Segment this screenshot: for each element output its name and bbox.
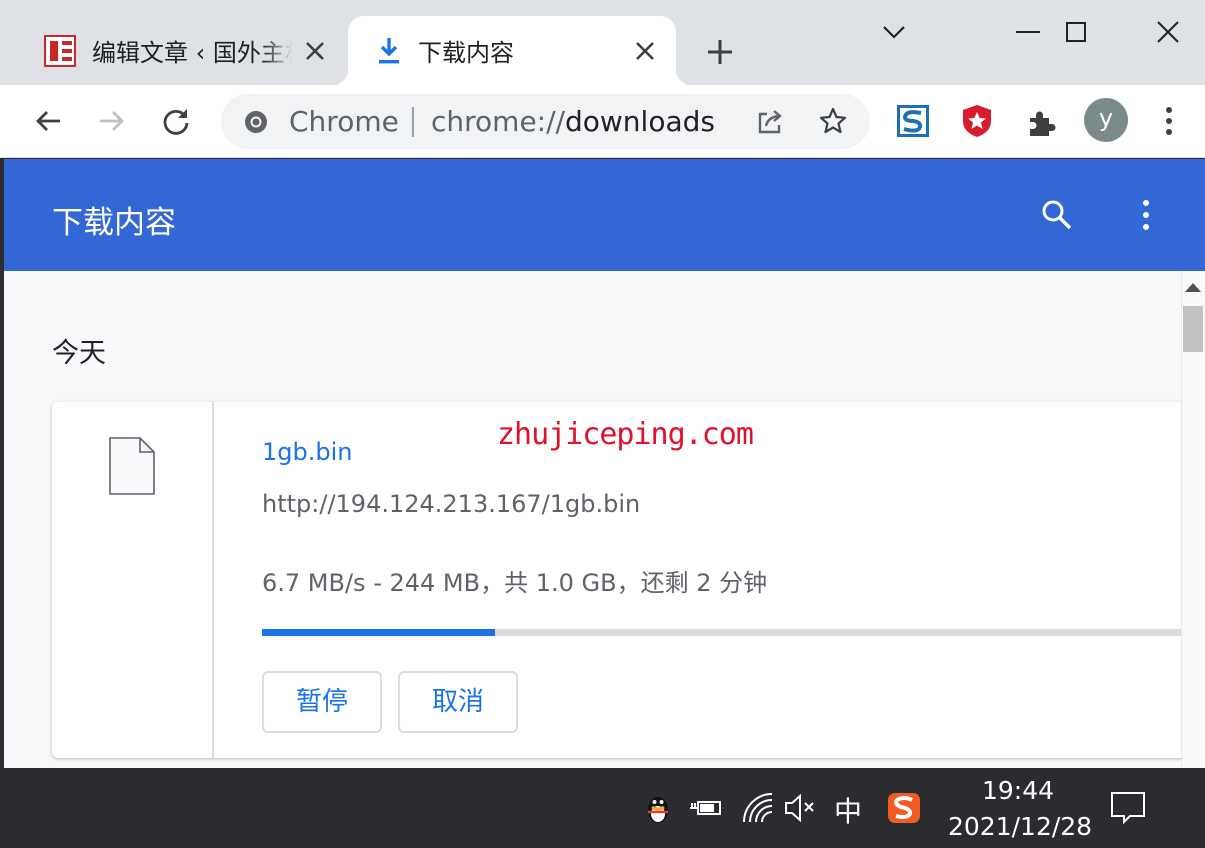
date-heading: 今天	[52, 338, 106, 369]
back-icon[interactable]	[32, 105, 64, 137]
chrome-icon	[245, 111, 267, 133]
download-progress-bar	[262, 629, 1192, 636]
wifi-icon[interactable]	[740, 790, 776, 826]
new-tab-icon[interactable]	[705, 37, 735, 67]
close-window-icon[interactable]	[1150, 14, 1186, 50]
search-icon[interactable]	[1039, 197, 1075, 233]
download-item-icon-column	[52, 402, 214, 758]
more-menu-icon[interactable]	[1155, 104, 1183, 138]
star-icon[interactable]	[818, 106, 848, 136]
power-plug-icon[interactable]	[688, 790, 724, 826]
cancel-button[interactable]: 取消	[398, 671, 518, 733]
share-icon[interactable]	[755, 108, 785, 136]
address-bar[interactable]: Chrome chrome://downloads	[221, 94, 870, 149]
downloads-page: 下载内容 今天 1gb.bin http://194.124.213.167/1…	[4, 159, 1205, 768]
file-icon	[109, 437, 155, 495]
download-status: 6.7 MB/s - 244 MB，共 1.0 GB，还剩 2 分钟	[262, 569, 768, 597]
edit-article-favicon	[44, 34, 76, 67]
ime-mode-indicator[interactable]: 中	[834, 790, 862, 830]
download-progress-fill	[262, 629, 495, 636]
forward-icon[interactable]	[96, 105, 128, 137]
reload-icon[interactable]	[160, 105, 192, 137]
page-title: 下载内容	[52, 205, 176, 241]
browser-toolbar: Chrome chrome://downloads y	[0, 85, 1205, 158]
shield-extension-icon[interactable]	[960, 103, 994, 139]
windows-taskbar: 中 19:44 2021/12/28	[0, 768, 1205, 848]
tab-title: 下载内容	[418, 39, 514, 67]
clock-date[interactable]: 2021/12/28	[948, 812, 1092, 841]
extensions-puzzle-icon[interactable]	[1026, 106, 1058, 138]
more-actions-icon[interactable]	[1128, 197, 1164, 233]
page-header: 下载内容	[4, 159, 1205, 271]
scrollbar-thumb[interactable]	[1183, 306, 1203, 352]
omnibox-chip: Chrome	[289, 105, 399, 138]
clock-time[interactable]: 19:44	[982, 776, 1054, 805]
tab-edit-article[interactable]: 编辑文章 ‹ 国外主机测评	[24, 16, 346, 85]
omnibox-url: chrome://downloads	[431, 105, 715, 138]
scroll-up-arrow-icon[interactable]	[1185, 283, 1201, 292]
watermark-text: zhujiceping.com	[497, 417, 754, 452]
tab-search-icon[interactable]	[876, 14, 912, 50]
file-name-link[interactable]: 1gb.bin	[262, 438, 352, 466]
close-icon[interactable]	[632, 38, 658, 64]
tab-strip: 编辑文章 ‹ 国外主机测评 下载内容	[0, 0, 1205, 85]
volume-muted-icon[interactable]	[782, 790, 818, 826]
tab-downloads[interactable]: 下载内容	[332, 16, 692, 85]
download-icon	[379, 37, 399, 63]
tab-title: 编辑文章 ‹ 国外主机测评	[92, 39, 292, 67]
speedtest-extension-icon[interactable]	[896, 104, 930, 138]
omnibox-divider	[412, 107, 414, 137]
file-source-url[interactable]: http://194.124.213.167/1gb.bin	[262, 490, 640, 518]
download-item-card: 1gb.bin http://194.124.213.167/1gb.bin 6…	[52, 402, 1192, 758]
notification-center-icon[interactable]	[1108, 788, 1148, 828]
sogou-input-icon[interactable]	[886, 790, 922, 826]
close-icon[interactable]	[302, 38, 328, 64]
qq-penguin-icon[interactable]	[640, 790, 676, 826]
minimize-icon[interactable]	[1010, 14, 1046, 50]
maximize-icon[interactable]	[1058, 14, 1094, 50]
profile-avatar[interactable]: y	[1084, 98, 1128, 142]
pause-button[interactable]: 暂停	[262, 671, 382, 733]
